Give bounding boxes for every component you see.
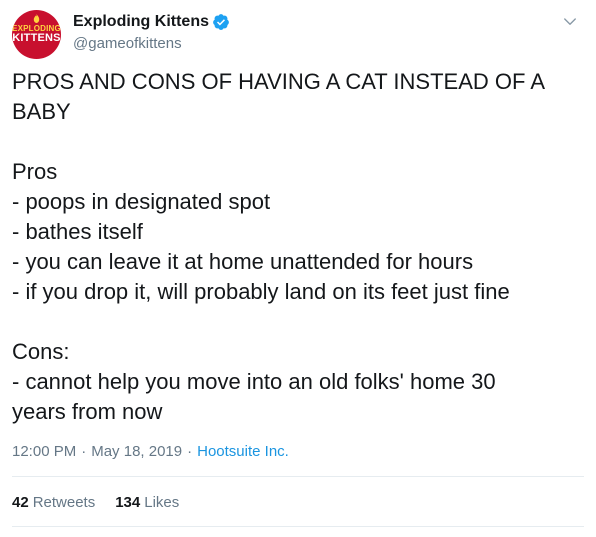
retweets-stat[interactable]: 42 Retweets bbox=[12, 494, 95, 511]
retweets-label: Retweets bbox=[32, 494, 96, 511]
tweet-card: EXPLODING KITTENS Exploding Kittens @gam… bbox=[0, 0, 596, 537]
tweet-meta: 12:00 PM · May 18, 2019 · Hootsuite Inc. bbox=[12, 443, 289, 460]
tweet-source[interactable]: Hootsuite Inc. bbox=[197, 443, 289, 460]
tweet-date[interactable]: May 18, 2019 bbox=[91, 443, 182, 460]
separator-dot: · bbox=[187, 443, 193, 460]
handle[interactable]: @gameofkittens bbox=[73, 35, 182, 52]
tweet-line: Cons: bbox=[12, 339, 70, 364]
tweet-line: - if you drop it, will probably land on … bbox=[12, 279, 510, 304]
tweet-line: - you can leave it at home unattended fo… bbox=[12, 249, 474, 274]
tweet-line bbox=[12, 307, 572, 337]
separator-dot: · bbox=[81, 443, 87, 460]
likes-label: Likes bbox=[144, 494, 180, 511]
tweet-line bbox=[12, 127, 572, 157]
flame-icon bbox=[33, 14, 40, 23]
likes-stat[interactable]: 134 Likes bbox=[115, 494, 179, 511]
likes-count: 134 bbox=[115, 494, 141, 511]
retweets-count: 42 bbox=[12, 494, 29, 511]
tweet-line: years from now bbox=[12, 399, 163, 424]
tweet-line: Pros bbox=[12, 159, 58, 184]
verified-badge-icon bbox=[213, 14, 229, 30]
divider bbox=[12, 476, 584, 477]
name-row: Exploding Kittens bbox=[73, 12, 230, 32]
tweet-line: - poops in designated spot bbox=[12, 189, 271, 214]
display-name[interactable]: Exploding Kittens bbox=[73, 13, 209, 31]
avatar-text-big: KITTENS bbox=[12, 32, 61, 44]
tweet-line: - cannot help you move into an old folks… bbox=[12, 369, 496, 394]
tweet-line: - bathes itself bbox=[12, 219, 143, 244]
divider bbox=[12, 526, 584, 527]
tweet-time[interactable]: 12:00 PM bbox=[12, 443, 76, 460]
tweet-line: PROS AND CONS OF HAVING A CAT INSTEAD OF… bbox=[12, 69, 545, 94]
tweet-text: PROS AND CONS OF HAVING A CAT INSTEAD OF… bbox=[12, 67, 572, 427]
chevron-down-icon[interactable] bbox=[561, 13, 579, 31]
avatar[interactable]: EXPLODING KITTENS bbox=[12, 10, 61, 59]
tweet-line: BABY bbox=[12, 99, 71, 124]
tweet-stats: 42 Retweets 134 Likes bbox=[12, 494, 199, 511]
